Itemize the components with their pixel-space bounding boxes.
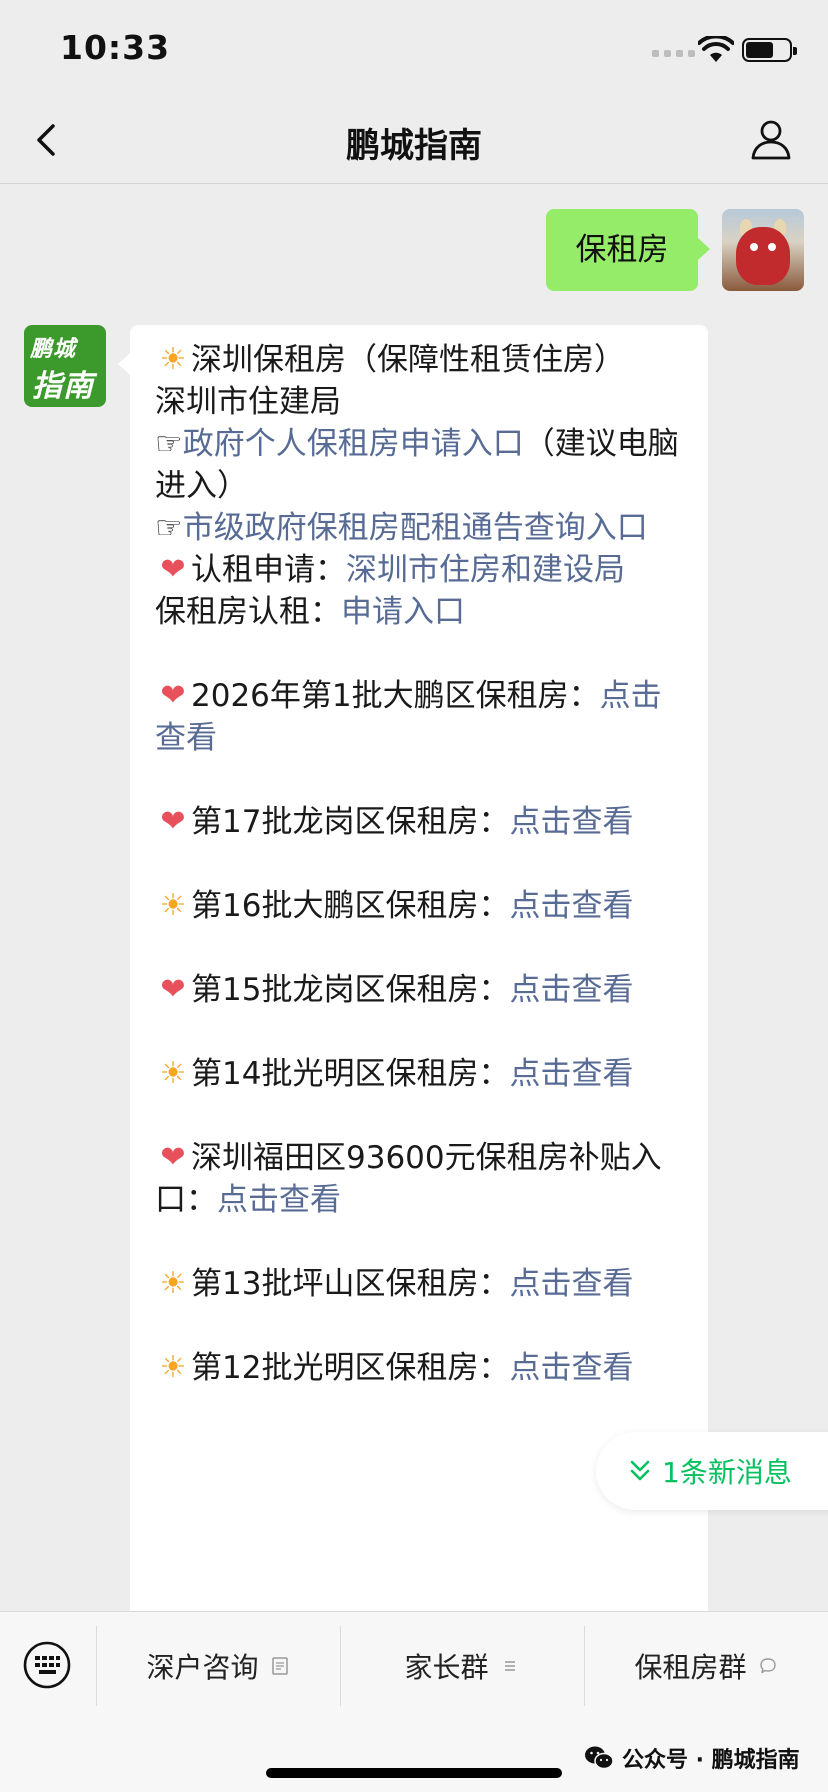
new-message-button[interactable]: 1条新消息: [596, 1432, 828, 1510]
reply-subtitle: 深圳市住建局: [155, 384, 341, 420]
rent-label: 保租房认租：: [155, 594, 341, 630]
home-indicator[interactable]: [266, 1768, 562, 1778]
bot-avatar[interactable]: 鹏城 指南: [24, 325, 106, 407]
list-item: ☀ 第12批光明区保租房：点击查看: [155, 1347, 688, 1389]
pointer-icon: ☞: [155, 510, 183, 546]
list-item: ☀ 第13批坪山区保租房：点击查看: [155, 1263, 688, 1305]
view-link[interactable]: 点击查看: [509, 1266, 633, 1302]
view-link[interactable]: 点击查看: [509, 804, 633, 840]
housing-bureau-link[interactable]: 深圳市住房和建设局: [346, 552, 625, 588]
sun-emoji-icon: ☀: [159, 1056, 187, 1091]
menu-lines-icon: [504, 1661, 515, 1671]
personal-application-link[interactable]: 政府个人保租房申请入口: [183, 426, 524, 462]
received-message-bubble: ☀ 深圳保租房（保障性租赁住房） 深圳市住建局 ☞政府个人保租房申请入口（建议电脑…: [118, 325, 708, 1611]
reply-title: 深圳保租房（保障性租赁住房）: [191, 342, 625, 378]
wifi-icon: [698, 36, 734, 62]
sun-emoji-icon: ☀: [159, 888, 187, 923]
heart-emoji-icon: ❤: [160, 678, 186, 713]
sun-emoji-icon: ☀: [159, 1350, 187, 1385]
apply-label: 认租申请：: [191, 552, 346, 588]
list-item: ❤ 深圳福田区93600元保租房补贴入口：点击查看: [155, 1137, 688, 1221]
brand-text: 公众号 · 鹏城指南: [622, 1748, 800, 1773]
double-chevron-down-icon: [630, 1460, 650, 1481]
profile-icon[interactable]: [748, 116, 794, 162]
sun-emoji-icon: ☀: [159, 342, 187, 377]
heart-emoji-icon: ❤: [160, 972, 186, 1007]
new-message-label: 1条新消息: [662, 1456, 792, 1489]
signal-icon: [652, 50, 695, 57]
menu-item-rental-group[interactable]: 保租房群: [585, 1626, 828, 1706]
heart-emoji-icon: ❤: [160, 804, 186, 839]
sun-emoji-icon: ☀: [159, 1266, 187, 1301]
list-item: ☀ 第14批光明区保租房：点击查看: [155, 1053, 688, 1095]
view-link[interactable]: 点击查看: [509, 1350, 633, 1386]
bot-avatar-text-2: 指南: [32, 369, 94, 404]
heart-emoji-icon: ❤: [160, 552, 186, 587]
document-icon: [271, 1657, 288, 1675]
list-item: ❤ 第17批龙岗区保租房：点击查看: [155, 801, 688, 843]
rent-application-link[interactable]: 申请入口: [341, 594, 465, 630]
list-item: ☀ 第16批大鹏区保租房：点击查看: [155, 885, 688, 927]
view-link[interactable]: 点击查看: [217, 1182, 341, 1218]
pointer-icon: ☞: [155, 426, 183, 462]
nav-bar: 鹏城指南: [0, 100, 828, 184]
bottom-menu-bar: 深户咨询 家长群 保租房群 公众号 · 鹏城指南: [0, 1611, 828, 1792]
status-time: 10:33: [60, 28, 171, 67]
status-bar: 10:33: [0, 0, 828, 100]
sent-message-bubble[interactable]: 保租房: [546, 209, 710, 291]
bot-avatar-text-1: 鹏城: [30, 337, 77, 362]
menu-item-hukou[interactable]: 深户咨询: [97, 1626, 340, 1706]
notice-query-link[interactable]: 市级政府保租房配租通告查询入口: [183, 510, 648, 546]
view-link[interactable]: 点击查看: [509, 888, 633, 924]
user-avatar[interactable]: [722, 209, 804, 291]
menu-item-label: 保租房群: [634, 1651, 747, 1684]
battery-icon: [742, 38, 797, 62]
view-link[interactable]: 点击查看: [509, 1056, 633, 1092]
list-item: ❤ 第15批龙岗区保租房：点击查看: [155, 969, 688, 1011]
keyboard-icon[interactable]: [22, 1640, 72, 1690]
menu-item-label: 深户咨询: [146, 1651, 259, 1684]
brand-watermark: 公众号 · 鹏城指南: [584, 1742, 800, 1774]
menu-item-label: 家长群: [404, 1651, 489, 1684]
view-link[interactable]: 点击查看: [509, 972, 633, 1008]
page-title: 鹏城指南: [346, 126, 482, 166]
heart-emoji-icon: ❤: [160, 1140, 186, 1175]
wechat-icon: [585, 1746, 614, 1770]
list-item: ❤ 2026年第1批大鹏区保租房：点击查看: [155, 675, 688, 759]
chat-bubble-icon: [759, 1658, 776, 1674]
menu-item-parents-group[interactable]: 家长群: [341, 1626, 584, 1706]
chat-area[interactable]: 保租房 鹏城 指南 ☀ 深圳保租房（保障性租赁住房） 深圳市住建局 ☞政府个人保租…: [0, 185, 828, 1611]
